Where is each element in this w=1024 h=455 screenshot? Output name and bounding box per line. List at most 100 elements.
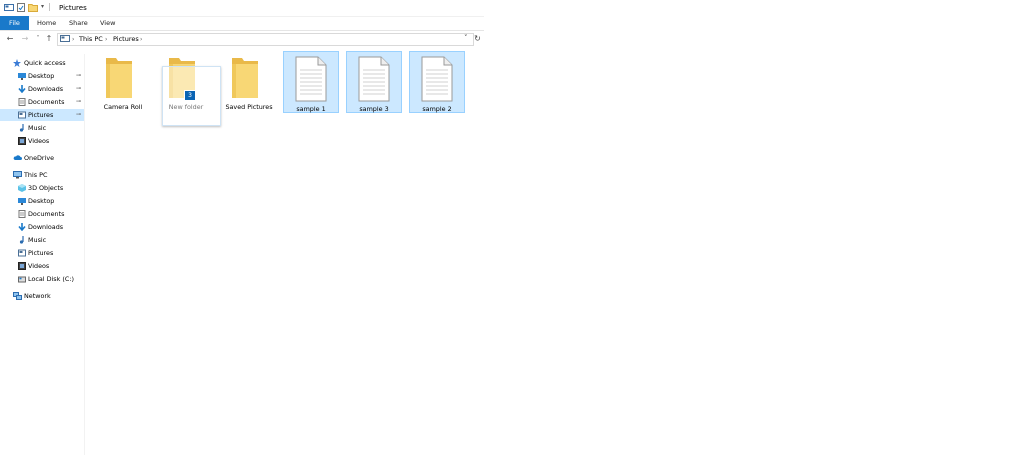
address-bar[interactable]: › This PC › Pictures › ˅ <box>57 33 474 46</box>
sidebar-item-downloads[interactable]: Downloads ⊸ <box>0 83 84 95</box>
music-note-icon <box>18 124 26 132</box>
sidebar-item-label: Music <box>28 124 47 132</box>
window-title: Pictures <box>59 4 87 12</box>
breadcrumb-separator[interactable]: › <box>72 35 74 44</box>
ribbon-tabs: File Home Share View <box>0 16 484 31</box>
sidebar-item-network[interactable]: Network <box>0 290 84 302</box>
document-icon <box>358 56 390 104</box>
videos-icon <box>18 262 26 270</box>
forward-arrow-icon[interactable]: → <box>20 33 30 44</box>
pin-icon[interactable]: ⊸ <box>76 98 81 105</box>
breadcrumb-this-pc[interactable]: This PC <box>79 35 103 44</box>
sidebar-item-onedrive[interactable]: OneDrive <box>0 152 84 164</box>
sidebar-item-pc-downloads[interactable]: Downloads <box>0 221 84 233</box>
breadcrumb-pictures[interactable]: Pictures <box>113 35 139 44</box>
tab-view[interactable]: View <box>100 16 115 30</box>
pictures-icon <box>18 111 26 119</box>
sidebar-item-pc-documents[interactable]: Documents <box>0 208 84 220</box>
explorer-app-icon <box>4 3 14 14</box>
file-name-label: sample 2 <box>422 105 452 113</box>
file-item-sample-2[interactable]: sample 2 <box>409 51 465 113</box>
folder-icon <box>104 56 134 102</box>
sidebar-item-label: Quick access <box>24 59 66 67</box>
documents-icon <box>18 210 26 218</box>
sidebar-item-music[interactable]: Music <box>0 122 84 134</box>
title-bar: ▾ | Pictures <box>0 0 484 17</box>
file-item-sample-1[interactable]: sample 1 <box>283 51 339 113</box>
sidebar-item-documents[interactable]: Documents ⊸ <box>0 96 84 108</box>
sidebar-item-pc-desktop[interactable]: Desktop <box>0 195 84 207</box>
folder-icon <box>230 56 260 102</box>
file-name-label: sample 1 <box>296 105 326 113</box>
refresh-icon[interactable]: ↻ <box>473 34 482 44</box>
navigation-bar: ← → ˅ ↑ › This PC › Pictures › ˅ ↻ <box>0 31 484 46</box>
sidebar-item-videos[interactable]: Videos <box>0 135 84 147</box>
sidebar-item-label: Downloads <box>28 85 64 93</box>
breadcrumb-separator[interactable]: › <box>140 35 142 44</box>
pictures-icon <box>18 249 26 257</box>
back-arrow-icon[interactable]: ← <box>5 33 15 44</box>
sidebar-item-label: Documents <box>28 98 65 106</box>
up-arrow-icon[interactable]: ↑ <box>44 33 54 44</box>
recent-locations-chevron-icon[interactable]: ˅ <box>33 33 43 44</box>
documents-icon <box>18 98 26 106</box>
sidebar-item-3d-objects[interactable]: 3D Objects <box>0 182 84 194</box>
network-icon <box>13 292 22 300</box>
new-folder-icon[interactable] <box>28 3 38 14</box>
folder-item-camera-roll[interactable]: Camera Roll <box>95 50 151 112</box>
folder-item-saved-pictures[interactable]: Saved Pictures <box>221 50 277 112</box>
sidebar-item-label: Pictures <box>28 249 54 257</box>
sidebar-item-label: Desktop <box>28 72 55 80</box>
sidebar-item-pc-music[interactable]: Music <box>0 234 84 246</box>
sidebar-item-label: Videos <box>28 137 50 145</box>
document-icon <box>295 56 327 104</box>
videos-icon <box>18 137 26 145</box>
sidebar-item-label: Pictures <box>28 111 54 119</box>
pin-icon[interactable]: ⊸ <box>76 85 81 92</box>
sidebar-item-pc-pictures[interactable]: Pictures <box>0 247 84 259</box>
sidebar-item-label: OneDrive <box>24 154 55 162</box>
download-arrow-icon <box>18 85 26 94</box>
download-arrow-icon <box>18 223 26 232</box>
desktop-icon <box>18 72 26 80</box>
sidebar-item-label: Music <box>28 236 47 244</box>
sidebar-item-label: Videos <box>28 262 50 270</box>
document-icon <box>421 56 453 104</box>
file-name-label: sample 3 <box>359 105 389 113</box>
tab-home[interactable]: Home <box>37 16 56 30</box>
properties-icon[interactable] <box>17 3 26 14</box>
cloud-icon <box>13 154 22 162</box>
sidebar-item-pc-videos[interactable]: Videos <box>0 260 84 272</box>
title-separator: | <box>48 2 51 11</box>
pin-icon[interactable]: ⊸ <box>76 111 81 118</box>
sidebar-item-label: 3D Objects <box>28 184 64 192</box>
file-item-sample-3[interactable]: sample 3 <box>346 51 402 113</box>
address-dropdown-chevron-icon[interactable]: ˅ <box>464 34 468 42</box>
file-list-view: Camera Roll New folder Saved Pictures sa… <box>95 50 480 130</box>
sidebar-item-label: Downloads <box>28 223 64 231</box>
location-pc-icon <box>60 35 70 45</box>
cube-icon <box>18 184 26 192</box>
sidebar-item-label: Desktop <box>28 197 55 205</box>
hard-drive-icon <box>18 275 26 283</box>
customize-toolbar-icon[interactable]: ▾ <box>41 3 44 10</box>
star-icon <box>13 59 21 67</box>
sidebar-item-this-pc[interactable]: This PC <box>0 169 84 181</box>
sidebar-item-label: Network <box>24 292 51 300</box>
sidebar-item-label: This PC <box>24 171 48 179</box>
computer-icon <box>13 171 22 179</box>
breadcrumb-separator[interactable]: › <box>105 35 107 44</box>
desktop-icon <box>18 197 26 205</box>
pin-icon[interactable]: ⊸ <box>76 72 81 79</box>
music-note-icon <box>18 236 26 244</box>
file-explorer-window: ▾ | Pictures File Home Share View ← → ˅ … <box>0 0 484 455</box>
drag-count-badge: 3 <box>184 90 196 101</box>
file-name-label: Saved Pictures <box>225 103 273 111</box>
tab-share[interactable]: Share <box>69 16 88 30</box>
file-name-label: Camera Roll <box>103 103 143 111</box>
sidebar-item-quick-access[interactable]: Quick access <box>0 57 84 69</box>
sidebar-item-local-disk[interactable]: Local Disk (C:) <box>0 273 84 285</box>
sidebar-item-desktop[interactable]: Desktop ⊸ <box>0 70 84 82</box>
tab-file[interactable]: File <box>0 16 29 30</box>
sidebar-item-pictures[interactable]: Pictures ⊸ <box>0 109 84 121</box>
